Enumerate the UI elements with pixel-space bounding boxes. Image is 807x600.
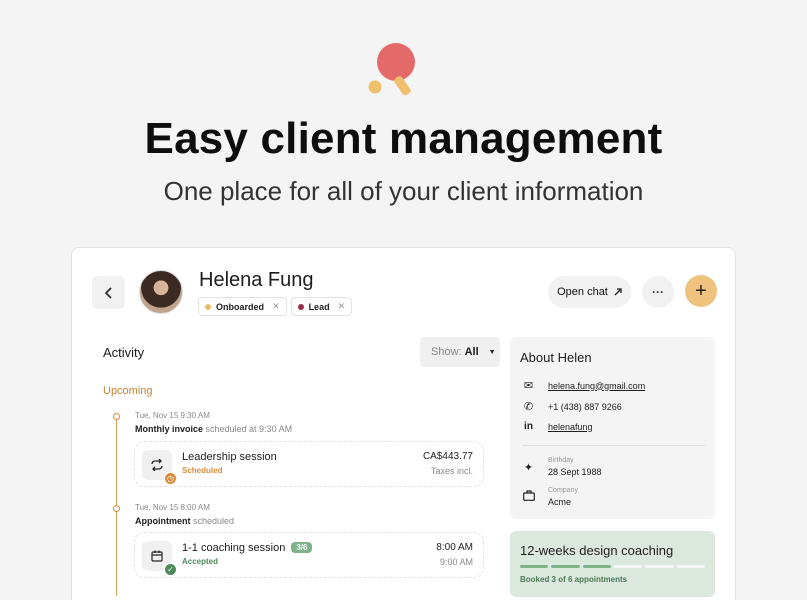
chevron-left-icon: [104, 286, 112, 299]
coaching-subtitle: Booked 3 of 6 appointments: [520, 575, 628, 584]
phone-row: ✆ +1 (438) 887 9266: [522, 400, 622, 413]
timeline-dot: [113, 505, 120, 512]
open-chat-button[interactable]: Open chat: [548, 276, 631, 308]
show-filter-dropdown[interactable]: Show: All ▼: [420, 337, 500, 367]
repeat-icon: ◷: [142, 450, 177, 485]
email-row: ✉ helena.fung@gmail.com: [522, 379, 645, 392]
progress-segment: [645, 565, 674, 568]
birthday-value: 28 Sept 1988: [548, 467, 602, 477]
about-panel: About Helen ✉ helena.fung@gmail.com ✆ +1…: [510, 337, 715, 519]
event-status: Scheduled: [182, 466, 223, 475]
tag-lead[interactable]: Lead ✕: [290, 297, 353, 316]
briefcase-icon: [522, 490, 535, 504]
timeline-dot: [113, 413, 120, 420]
back-button[interactable]: [92, 276, 125, 309]
tag-onboarded[interactable]: Onboarded ✕: [198, 297, 287, 316]
progress-segment: [582, 565, 611, 568]
more-icon: ···: [652, 285, 664, 299]
plus-icon: +: [695, 279, 707, 302]
birthday-row: ✦ Birthday 28 Sept 1988: [522, 457, 602, 477]
event-card[interactable]: ✓ 1-1 coaching session 3/6 Accepted 8:00 …: [134, 532, 484, 578]
about-title: About Helen: [520, 350, 592, 365]
event-end-time: 9:00 AM: [439, 557, 473, 567]
remove-tag-icon[interactable]: ✕: [338, 301, 346, 312]
hero-title: Easy client management: [144, 114, 663, 163]
event-status: Accepted: [182, 557, 219, 566]
tag-dot: [205, 303, 211, 310]
progress-segment: [551, 565, 580, 568]
avatar: [139, 270, 183, 314]
event-time: Tue, Nov 15 9:30 AM: [135, 411, 210, 420]
activity-title: Activity: [103, 345, 145, 360]
event-title: Appointment scheduled: [135, 516, 234, 526]
linkedin-link[interactable]: helenafung: [548, 422, 593, 432]
event-name: Leadership session: [182, 451, 277, 463]
session-count-badge: 3/6: [291, 542, 313, 553]
company-row: Company Acme: [522, 487, 578, 507]
check-icon: ✓: [164, 563, 177, 576]
tag-dot: [297, 303, 304, 310]
birthday-label: Birthday: [548, 457, 574, 464]
phone-number: +1 (438) 887 9266: [548, 401, 622, 412]
more-options-button[interactable]: ···: [642, 276, 674, 308]
event-time: Tue, Nov 15 8:00 AM: [135, 503, 210, 512]
event-start-time: 8:00 AM: [436, 542, 473, 553]
show-filter-value: All: [464, 346, 479, 358]
calendar-icon: ✓: [142, 541, 177, 576]
event-title-rest: scheduled: [190, 516, 235, 526]
coaching-title: 12-weeks design coaching: [520, 543, 674, 558]
linkedin-row: in helenafung: [522, 421, 593, 432]
show-filter-label: Show:: [431, 346, 462, 358]
progress-segment: [520, 565, 549, 568]
open-chat-label: Open chat: [557, 286, 608, 298]
event-title-bold: Appointment: [135, 516, 191, 526]
event-amount: CA$443.77: [422, 451, 473, 462]
event-title-rest: scheduled at 9:30 AM: [203, 424, 293, 434]
event-title: Monthly invoice scheduled at 9:30 AM: [135, 424, 292, 434]
event-amount-note: Taxes incl.: [430, 466, 473, 476]
company-value: Acme: [548, 497, 572, 507]
client-card: Helena Fung Onboarded ✕ Lead ✕ Open chat…: [71, 247, 736, 600]
client-name: Helena Fung: [199, 269, 314, 291]
tag-label: Lead: [308, 301, 330, 312]
event-name: 1-1 coaching session 3/6: [182, 542, 313, 554]
caret-down-icon: ▼: [488, 348, 496, 356]
clock-icon: ◷: [164, 472, 177, 485]
mail-icon: ✉: [523, 380, 534, 392]
coaching-program-card[interactable]: 12-weeks design coaching Booked 3 of 6 a…: [510, 531, 715, 597]
linkedin-icon: in: [524, 421, 533, 432]
progress-segment: [676, 565, 705, 568]
event-card[interactable]: ◷ Leadership session Scheduled CA$443.77…: [134, 441, 484, 487]
phone-icon: ✆: [523, 401, 534, 413]
company-label: Company: [548, 487, 578, 494]
event-title-bold: Monthly invoice: [135, 424, 204, 434]
client-tags: Onboarded ✕ Lead ✕: [198, 297, 353, 316]
tag-label: Onboarded: [216, 301, 265, 312]
party-popper-icon: ✦: [523, 461, 534, 474]
ping-pong-logo-icon: [368, 43, 415, 96]
progress-segment: [613, 565, 643, 568]
hero-subtitle: One place for all of your client informa…: [163, 176, 644, 206]
arrow-up-right-icon: [614, 288, 622, 296]
email-link[interactable]: helena.fung@gmail.com: [548, 381, 645, 391]
add-button[interactable]: +: [685, 275, 717, 307]
remove-tag-icon[interactable]: ✕: [272, 301, 280, 312]
divider: [522, 445, 705, 446]
event-name-text: 1-1 coaching session: [182, 542, 286, 554]
coaching-progress-bar: [520, 565, 705, 568]
upcoming-heading: Upcoming: [103, 385, 153, 397]
